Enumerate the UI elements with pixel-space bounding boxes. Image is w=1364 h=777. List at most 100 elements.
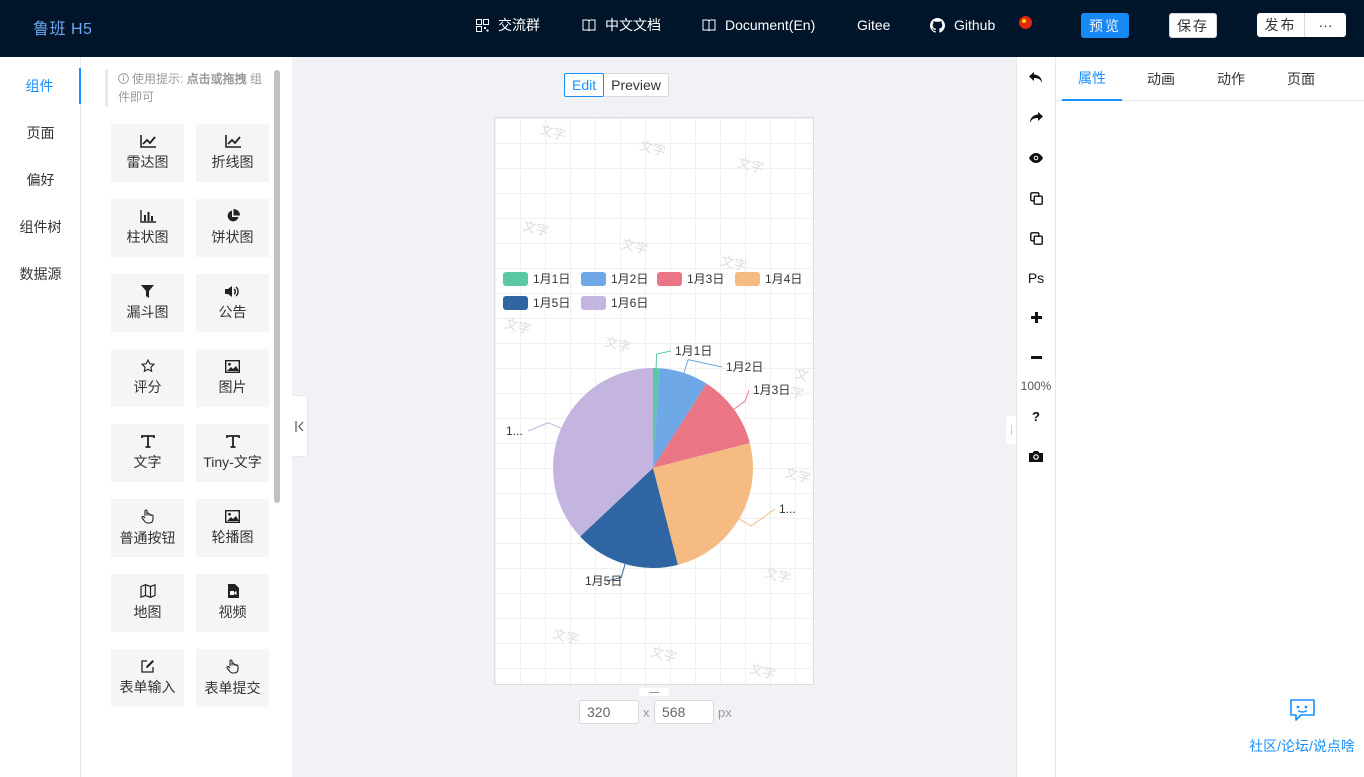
tab-actions[interactable]: 动作	[1217, 57, 1245, 101]
preview-eye-button[interactable]	[1017, 146, 1055, 170]
component-video[interactable]: 视频	[196, 574, 269, 632]
component-rate[interactable]: 评分	[111, 349, 184, 407]
sidebar-item-component-tree[interactable]: 组件树	[0, 209, 81, 245]
tab-properties[interactable]: 属性	[1062, 57, 1122, 101]
camera-icon	[1029, 451, 1043, 462]
legend-label[interactable]: 1月4日	[765, 272, 802, 286]
psd-import-button[interactable]: Ps	[1017, 266, 1055, 290]
legend-label[interactable]: 1月2日	[611, 272, 648, 286]
tab-animation[interactable]: 动画	[1147, 57, 1175, 101]
pie-chart[interactable]: 1月1日 1月2日 1月3日 1月4日 1月5日 1月6日 1月1日 1月2日 1月3日 1...…	[495, 118, 815, 686]
pie-slice-label: 1月1日	[675, 344, 712, 358]
pie-chart-icon	[227, 209, 240, 222]
minus-icon	[1030, 355, 1042, 359]
tab-page[interactable]: 页面	[1287, 57, 1315, 101]
component-radar-chart[interactable]: 雷达图	[111, 124, 184, 182]
community-label: 社区/论坛/说点啥	[1249, 738, 1355, 754]
component-button[interactable]: 普通按钮	[111, 499, 184, 557]
paste-button[interactable]	[1017, 226, 1055, 250]
sidebar-item-datasource[interactable]: 数据源	[0, 256, 81, 292]
copy-button[interactable]	[1017, 186, 1055, 210]
chat-bubble-icon	[1289, 699, 1315, 721]
component-map[interactable]: 地图	[111, 574, 184, 632]
help-button[interactable]: ?	[1017, 404, 1055, 428]
component-bar-chart[interactable]: 柱状图	[111, 199, 184, 257]
component-label: 轮播图	[211, 528, 254, 545]
mode-preview-button[interactable]: Preview	[604, 74, 668, 96]
nav-github[interactable]: Github	[930, 0, 995, 50]
zoom-out-button[interactable]	[1017, 345, 1055, 369]
component-label: 漏斗图	[126, 303, 169, 320]
sidebar-item-preferences[interactable]: 偏好	[0, 162, 81, 198]
legend-swatch[interactable]	[657, 272, 682, 286]
sidebar-item-components[interactable]: 组件	[0, 68, 81, 104]
usage-tip: 使用提示: 点击或拖拽 组件即可	[105, 70, 265, 106]
component-tiny-text[interactable]: Tiny-文字	[196, 424, 269, 482]
canvas-height-input[interactable]: 568	[654, 700, 714, 724]
undo-button[interactable]	[1017, 66, 1055, 90]
publish-group: 发布 ···	[1257, 13, 1346, 37]
nav-label: Gitee	[857, 17, 891, 33]
canvas-toolbar: Ps 100% ?	[1016, 57, 1056, 777]
hand-pointer-icon	[226, 658, 239, 674]
info-icon	[118, 73, 129, 84]
app-logo[interactable]: 鲁班 H5	[33, 15, 92, 39]
line-chart-icon	[224, 134, 241, 148]
nav-gitee[interactable]: Gitee	[857, 0, 890, 50]
legend-swatch[interactable]	[581, 272, 606, 286]
text-icon	[225, 434, 240, 448]
component-label: Tiny-文字	[203, 453, 262, 470]
component-text[interactable]: 文字	[111, 424, 184, 482]
undo-icon	[1029, 72, 1042, 83]
dimension-separator: x	[643, 705, 650, 720]
component-image[interactable]: 图片	[196, 349, 269, 407]
component-label: 图片	[218, 378, 247, 395]
component-pie-chart[interactable]: 饼状图	[196, 199, 269, 257]
component-form-input[interactable]: 表单输入	[111, 649, 184, 707]
community-link[interactable]: 社区/论坛/说点啥	[1249, 698, 1355, 756]
nav-label: 交流群	[498, 17, 540, 33]
screenshot-button[interactable]	[1017, 444, 1055, 468]
preview-button[interactable]: 预览	[1081, 13, 1129, 38]
eye-icon	[1029, 153, 1043, 163]
save-button[interactable]: 保存	[1169, 13, 1217, 38]
canvas-width-input[interactable]: 320	[579, 700, 639, 724]
more-dropdown-button[interactable]: ···	[1305, 13, 1346, 37]
nav-qq-group[interactable]: 交流群	[476, 0, 540, 50]
component-label: 公告	[218, 303, 247, 320]
legend-label[interactable]: 1月5日	[533, 296, 570, 310]
nav-zh-docs[interactable]: 中文文档	[582, 0, 661, 50]
panel-scrollbar[interactable]	[274, 70, 280, 503]
legend-label[interactable]: 1月3日	[687, 272, 724, 286]
component-notice[interactable]: 公告	[196, 274, 269, 332]
copy-icon	[1029, 231, 1043, 245]
publish-button[interactable]: 发布	[1257, 13, 1305, 37]
editor-canvas[interactable]: 文字 文字 文字 文字 文字 文字 文字 文字 文字 文字 文字 文字 文字 文…	[494, 117, 814, 685]
legend-label[interactable]: 1月6日	[611, 296, 648, 310]
legend-label[interactable]: 1月1日	[533, 272, 570, 286]
component-label: 普通按钮	[119, 529, 176, 546]
legend-swatch[interactable]	[503, 296, 528, 310]
line-chart-icon	[139, 134, 156, 148]
component-form-submit[interactable]: 表单提交	[196, 649, 269, 707]
redo-button[interactable]	[1017, 106, 1055, 130]
mode-edit-button[interactable]: Edit	[564, 73, 605, 97]
zoom-in-button[interactable]	[1017, 305, 1055, 329]
copy-icon	[1029, 191, 1043, 205]
collapse-panel-button[interactable]	[292, 395, 308, 457]
canvas-resize-handle[interactable]	[639, 688, 669, 696]
component-funnel-chart[interactable]: 漏斗图	[111, 274, 184, 332]
component-line-chart[interactable]: 折线图	[196, 124, 269, 182]
language-flag-icon[interactable]	[1019, 16, 1032, 29]
legend-swatch[interactable]	[503, 272, 528, 286]
dimension-unit: px	[718, 705, 732, 720]
sidebar-item-pages[interactable]: 页面	[0, 115, 81, 151]
legend-swatch[interactable]	[735, 272, 760, 286]
legend-swatch[interactable]	[581, 296, 606, 310]
component-carousel[interactable]: 轮播图	[196, 499, 269, 557]
edit-icon	[140, 660, 154, 673]
video-file-icon	[227, 584, 239, 598]
right-panel-handle[interactable]	[1006, 416, 1016, 444]
component-label: 表单提交	[204, 679, 261, 696]
nav-en-docs[interactable]: Document(En)	[702, 0, 815, 50]
